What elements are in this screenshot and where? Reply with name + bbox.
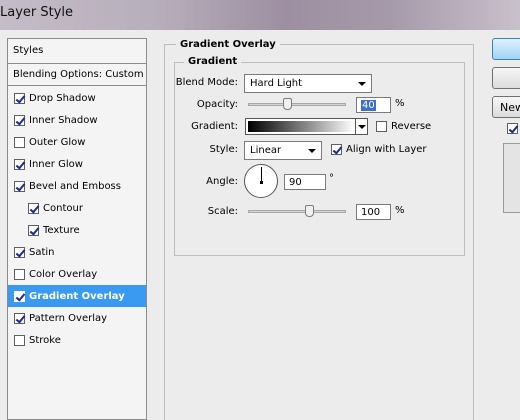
style-item-checkbox[interactable] <box>28 224 39 236</box>
reverse-checkbox[interactable] <box>376 121 387 132</box>
style-item-label: Contour <box>43 202 83 214</box>
style-item-checkbox[interactable] <box>14 114 25 126</box>
style-value: Linear <box>250 145 282 156</box>
style-item-checkbox[interactable] <box>14 268 25 280</box>
opacity-slider-thumb[interactable] <box>283 98 293 110</box>
style-item-contour[interactable]: Contour <box>8 197 146 219</box>
new-style-label: New <box>500 101 520 114</box>
opacity-label: Opacity: <box>196 99 238 110</box>
style-item-checkbox[interactable] <box>28 202 39 214</box>
scale-slider-thumb[interactable] <box>304 205 314 217</box>
style-item-texture[interactable]: Texture <box>8 219 146 241</box>
scale-input[interactable]: 100 <box>356 204 391 220</box>
angle-value: 90 <box>289 177 302 188</box>
style-item-color-overlay[interactable]: Color Overlay <box>8 263 146 285</box>
angle-needle <box>261 167 262 182</box>
blend-mode-label: Blend Mode: <box>175 77 238 88</box>
gradient-dropdown-button[interactable] <box>355 119 367 134</box>
style-item-label: Outer Glow <box>29 136 86 148</box>
angle-label: Angle: <box>206 176 238 187</box>
opacity-unit: % <box>395 98 405 109</box>
style-item-checkbox[interactable] <box>14 312 25 324</box>
style-item-label: Inner Glow <box>29 158 83 170</box>
style-item-label: Bevel and Emboss <box>29 180 121 192</box>
style-item-drop-shadow[interactable]: Drop Shadow <box>8 87 146 109</box>
styles-header[interactable]: Styles <box>8 39 146 64</box>
blend-mode-select[interactable]: Hard Light <box>244 74 372 93</box>
style-item-label: Drop Shadow <box>29 92 96 104</box>
layer-style-dialog: Styles Blending Options: Custom Drop Sha… <box>0 30 520 420</box>
style-item-inner-shadow[interactable]: Inner Shadow <box>8 109 146 131</box>
blending-options-item[interactable]: Blending Options: Custom <box>8 64 146 86</box>
style-item-checkbox[interactable] <box>14 290 25 302</box>
opacity-slider-track[interactable] <box>248 103 346 106</box>
style-item-checkbox[interactable] <box>14 158 25 170</box>
ok-button[interactable] <box>492 38 520 60</box>
window-title: Layer Style <box>0 5 74 20</box>
style-item-bevel-and-emboss[interactable]: Bevel and Emboss <box>8 175 146 197</box>
angle-dial[interactable] <box>244 164 278 198</box>
gradient-picker[interactable] <box>245 118 368 135</box>
styles-list: Styles Blending Options: Custom Drop Sha… <box>7 38 147 420</box>
scale-slider-track[interactable] <box>248 210 346 213</box>
cancel-button[interactable] <box>492 67 520 89</box>
style-item-checkbox[interactable] <box>14 246 25 258</box>
gradient-label: Gradient: <box>191 121 238 132</box>
style-item-label: Pattern Overlay <box>29 312 108 324</box>
style-item-outer-glow[interactable]: Outer Glow <box>8 131 146 153</box>
new-style-button[interactable]: New <box>492 96 520 118</box>
blend-mode-value: Hard Light <box>250 78 303 89</box>
gradient-preview[interactable] <box>248 121 354 132</box>
opacity-input[interactable]: 40 <box>356 97 391 113</box>
style-item-checkbox[interactable] <box>14 180 25 192</box>
style-item-label: Inner Shadow <box>29 114 98 126</box>
style-item-gradient-overlay[interactable]: Gradient Overlay <box>8 285 146 307</box>
style-item-checkbox[interactable] <box>14 92 25 104</box>
align-with-layer-label: Align with Layer <box>346 144 427 155</box>
group-title: Gradient <box>184 56 242 67</box>
scale-value: 100 <box>361 207 381 218</box>
style-item-label: Texture <box>43 224 80 236</box>
style-label: Style: <box>209 144 239 155</box>
style-item-label: Stroke <box>29 334 61 346</box>
angle-unit: ° <box>329 173 334 184</box>
style-item-checkbox[interactable] <box>14 136 25 148</box>
style-item-pattern-overlay[interactable]: Pattern Overlay <box>8 307 146 329</box>
reverse-label: Reverse <box>391 121 432 132</box>
opacity-value: 40 <box>361 100 376 111</box>
style-item-satin[interactable]: Satin <box>8 241 146 263</box>
style-item-stroke[interactable]: Stroke <box>8 329 146 351</box>
chevron-down-icon <box>358 82 366 86</box>
style-item-inner-glow[interactable]: Inner Glow <box>8 153 146 175</box>
scale-unit: % <box>395 205 405 216</box>
panel-title: Gradient Overlay <box>176 39 280 50</box>
style-item-checkbox[interactable] <box>14 334 25 346</box>
style-select[interactable]: Linear <box>244 141 322 160</box>
preview-checkbox[interactable] <box>507 123 518 134</box>
angle-center-dot <box>260 181 263 184</box>
style-item-label: Satin <box>29 246 55 258</box>
title-bar[interactable]: Layer Style <box>0 0 520 30</box>
angle-input[interactable]: 90 <box>284 174 326 190</box>
style-item-label: Gradient Overlay <box>29 290 125 302</box>
align-with-layer-checkbox[interactable] <box>331 144 342 155</box>
chevron-down-icon <box>308 149 316 153</box>
style-preview-box <box>503 143 520 213</box>
style-item-label: Color Overlay <box>29 268 98 280</box>
scale-label: Scale: <box>207 206 238 217</box>
